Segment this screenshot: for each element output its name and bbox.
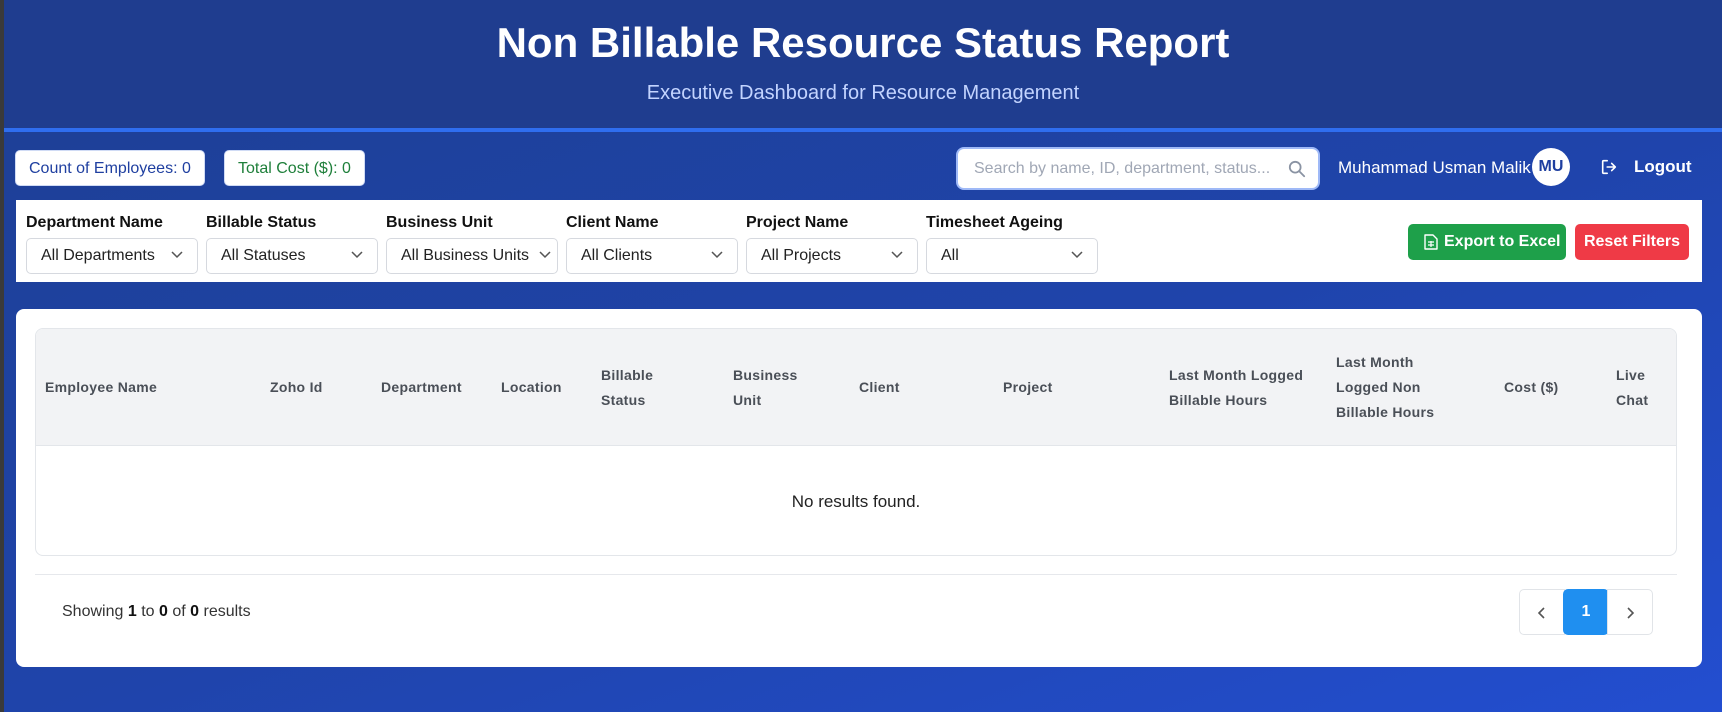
toolbar: Count of Employees: 0 Total Cost ($): 0 … [4, 136, 1722, 200]
column-header[interactable]: Last Month Logged Non Billable Hours [1336, 329, 1446, 446]
user-name: Muhammad Usman Malik [1338, 158, 1531, 177]
search-input[interactable] [974, 159, 1274, 179]
filter-label: Project Name [746, 214, 849, 231]
chevron-right-icon [1627, 607, 1635, 619]
filter-billable-status: Billable Status All Statuses [206, 214, 378, 274]
chevron-down-icon [891, 251, 903, 259]
results-suffix: results [203, 603, 251, 620]
results-to: 0 [158, 603, 168, 620]
export-excel-button[interactable]: Export to Excel [1408, 224, 1566, 260]
results-prefix: Showing [62, 603, 124, 620]
results-total: 0 [190, 603, 200, 620]
project-select[interactable]: All Projects [746, 238, 918, 274]
chevron-down-icon [539, 251, 551, 259]
spreadsheet-icon [1424, 234, 1438, 250]
filter-label: Department Name [26, 214, 163, 231]
column-header[interactable]: Client [859, 329, 949, 446]
select-value: All Business Units [401, 247, 530, 264]
logout-label: Logout [1634, 157, 1692, 176]
column-header[interactable]: Project [1003, 329, 1103, 446]
filter-label: Billable Status [206, 214, 317, 231]
search-box [956, 147, 1320, 190]
select-value: All Statuses [221, 247, 306, 264]
column-header[interactable]: Business Unit [733, 329, 803, 446]
column-header[interactable]: Billable Status [601, 329, 671, 446]
client-select[interactable]: All Clients [566, 238, 738, 274]
column-header[interactable]: Cost ($) [1504, 329, 1584, 446]
employee-count-badge: Count of Employees: 0 [15, 150, 205, 186]
billable-status-select[interactable]: All Statuses [206, 238, 378, 274]
select-value: All [941, 247, 959, 264]
results-from: 1 [127, 603, 137, 620]
empty-state-message: No results found. [791, 492, 921, 511]
results-to-word: to [141, 603, 155, 620]
chevron-down-icon [351, 251, 363, 259]
table-header: Employee Name Zoho Id Department Locatio… [36, 329, 1676, 446]
total-cost-badge: Total Cost ($): 0 [224, 150, 365, 186]
filter-business-unit: Business Unit All Business Units [386, 214, 558, 274]
results-table: Employee Name Zoho Id Department Locatio… [35, 328, 1677, 556]
prev-page-button[interactable] [1519, 589, 1565, 635]
column-header[interactable]: Live Chat [1616, 329, 1661, 446]
avatar[interactable]: MU [1532, 148, 1570, 186]
column-header[interactable]: Department [381, 329, 481, 446]
column-header[interactable]: Location [501, 329, 591, 446]
search-icon[interactable] [1288, 160, 1306, 178]
select-value: All Clients [581, 247, 653, 264]
timesheet-ageing-select[interactable]: All [926, 238, 1098, 274]
filter-bar: Department Name All Departments Billable… [16, 200, 1702, 282]
page-header: Non Billable Resource Status Report Exec… [4, 0, 1722, 132]
chevron-left-icon [1537, 607, 1545, 619]
filter-timesheet-ageing: Timesheet Ageing All [926, 214, 1098, 274]
divider [35, 574, 1677, 575]
column-header[interactable]: Zoho Id [270, 329, 360, 446]
next-page-button[interactable] [1607, 589, 1653, 635]
chevron-down-icon [711, 251, 723, 259]
filter-label: Business Unit [386, 214, 493, 231]
results-summary: Showing 1 to 0 of 0 results [62, 603, 251, 621]
department-select[interactable]: All Departments [26, 238, 198, 274]
page-subtitle: Executive Dashboard for Resource Managem… [646, 82, 1080, 104]
select-value: All Departments [41, 247, 155, 264]
chevron-down-icon [1071, 251, 1083, 259]
logout-button[interactable]: Logout [1594, 148, 1694, 186]
export-label: Export to Excel [1444, 233, 1561, 250]
app-frame: Non Billable Resource Status Report Exec… [4, 0, 1722, 712]
page-title: Non Billable Resource Status Report [496, 19, 1230, 66]
filter-label: Timesheet Ageing [926, 214, 1063, 231]
filter-department: Department Name All Departments [26, 214, 198, 274]
select-value: All Projects [761, 247, 842, 264]
filter-label: Client Name [566, 214, 659, 231]
results-of-word: of [172, 603, 186, 620]
logout-icon [1601, 159, 1617, 175]
reset-filters-button[interactable]: Reset Filters [1575, 224, 1689, 260]
filter-client: Client Name All Clients [566, 214, 738, 274]
filter-project: Project Name All Projects [746, 214, 918, 274]
page-number-button[interactable]: 1 [1563, 589, 1609, 635]
column-header[interactable]: Employee Name [45, 329, 245, 446]
results-card: Employee Name Zoho Id Department Locatio… [16, 309, 1702, 667]
business-unit-select[interactable]: All Business Units [386, 238, 558, 274]
chevron-down-icon [171, 251, 183, 259]
column-header[interactable]: Last Month Logged Billable Hours [1169, 329, 1309, 446]
